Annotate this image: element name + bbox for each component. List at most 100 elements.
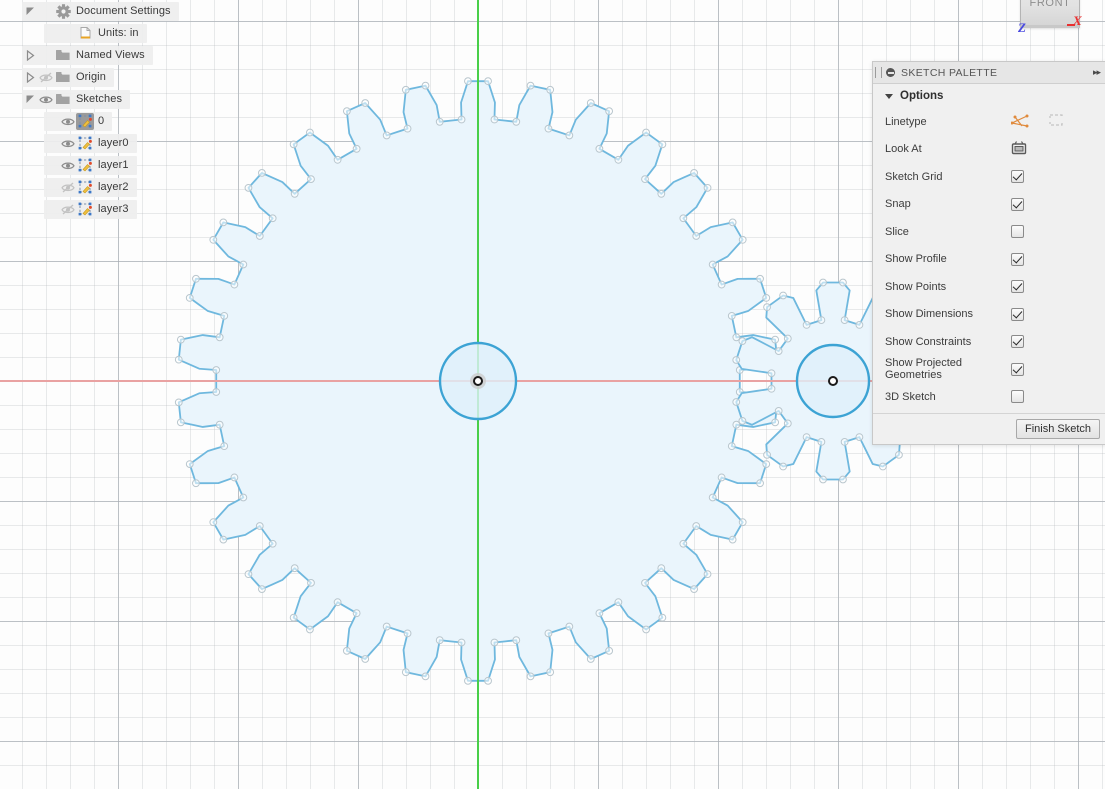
tree-item-label: Sketches <box>76 93 123 105</box>
eye-spacer <box>38 46 54 65</box>
option-label-linetype: Linetype <box>885 115 927 128</box>
expander-expanded-icon[interactable] <box>22 2 38 21</box>
folder-icon <box>54 91 72 108</box>
tree-item-background: layer1 <box>44 155 137 175</box>
tree-item-label: layer0 <box>98 137 129 149</box>
expander-expanded-icon[interactable] <box>22 90 38 109</box>
option-label-look-at: Look At <box>885 143 922 156</box>
tree-item-label: Document Settings <box>76 5 171 17</box>
eye-spacer <box>38 2 54 21</box>
tree-item-background: Named Views <box>22 45 153 65</box>
options-section-header[interactable]: Options <box>873 84 1105 108</box>
chevron-down-icon[interactable] <box>885 93 893 99</box>
checkbox-sketch-grid[interactable] <box>1011 170 1024 184</box>
checkbox-slice[interactable] <box>1011 225 1024 239</box>
checkbox-3d-sketch[interactable] <box>1011 390 1024 404</box>
option-row-snap[interactable]: Snap <box>873 191 1105 219</box>
finish-sketch-button[interactable]: Finish Sketch <box>1015 418 1100 439</box>
folder-icon <box>54 47 72 64</box>
option-control-show-projected-geometries[interactable] <box>1008 362 1105 376</box>
look-at-icon[interactable] <box>1011 140 1027 158</box>
option-control-sketch-grid[interactable] <box>1008 170 1105 184</box>
units-document-icon <box>76 25 94 42</box>
drag-handle-icon[interactable] <box>875 67 882 78</box>
option-row-linetype[interactable]: Linetype <box>873 108 1105 136</box>
option-control-show-dimensions[interactable] <box>1008 307 1105 321</box>
option-label-slice: Slice <box>885 225 909 238</box>
tree-item-0[interactable]: 0 <box>0 110 200 132</box>
sketch-palette-title: SKETCH PALETTE <box>901 66 998 79</box>
browser-tree[interactable]: Document Settings Units: in Named Views Ori… <box>0 0 200 220</box>
checkbox-snap[interactable] <box>1011 197 1024 211</box>
view-cube-z-label: Z <box>1018 20 1026 35</box>
tree-item-background: layer2 <box>44 177 137 197</box>
chevron-double-right-icon[interactable]: ▸▸ <box>1093 67 1101 78</box>
tree-item-background: layer0 <box>44 133 137 153</box>
option-row-slice[interactable]: Slice <box>873 218 1105 246</box>
view-cube[interactable]: FRONT Z X <box>1001 0 1101 50</box>
linetype-construction-icon[interactable] <box>1047 113 1065 130</box>
checkbox-show-profile[interactable] <box>1011 252 1024 266</box>
tree-item-layer0[interactable]: layer0 <box>0 132 200 154</box>
option-label-show-projected-geometries: Show Projected Geometries <box>885 357 963 382</box>
option-control-show-points[interactable] <box>1008 280 1105 294</box>
tree-item-label: Units: in <box>98 27 139 39</box>
tree-item-layer3[interactable]: layer3 <box>0 198 200 220</box>
sketch-palette-header[interactable]: SKETCH PALETTE ▸▸ <box>873 62 1105 84</box>
sketch-palette-panel[interactable]: SKETCH PALETTE ▸▸ Options Linetype Look A… <box>872 61 1105 445</box>
tree-item-background: Document Settings <box>22 1 179 21</box>
eye-hidden-icon[interactable] <box>60 200 76 219</box>
option-control-linetype[interactable] <box>1008 113 1105 131</box>
tree-item-layer2[interactable]: layer2 <box>0 176 200 198</box>
option-control-snap[interactable] <box>1008 197 1105 211</box>
option-control-slice[interactable] <box>1008 225 1105 239</box>
option-label-show-constraints: Show Constraints <box>885 335 972 348</box>
eye-hidden-icon[interactable] <box>38 68 54 87</box>
tree-item-named-views[interactable]: Named Views <box>0 44 200 66</box>
tree-item-background: Sketches <box>22 89 131 109</box>
option-row-show-dimensions[interactable]: Show Dimensions <box>873 301 1105 329</box>
checkbox-show-constraints[interactable] <box>1011 335 1024 349</box>
checkbox-show-points[interactable] <box>1011 280 1024 294</box>
option-row-3d-sketch[interactable]: 3D Sketch <box>873 383 1105 411</box>
sketch-icon <box>76 157 94 174</box>
tree-item-label: layer2 <box>98 181 129 193</box>
option-label-3d-sketch: 3D Sketch <box>885 390 936 403</box>
eye-visible-icon[interactable] <box>60 156 76 175</box>
tree-item-label: layer3 <box>98 203 129 215</box>
option-row-show-constraints[interactable]: Show Constraints <box>873 328 1105 356</box>
checkbox-show-dimensions[interactable] <box>1011 307 1024 321</box>
gear-icon <box>54 3 72 20</box>
eye-visible-icon[interactable] <box>38 90 54 109</box>
linetype-normal-icon[interactable] <box>1010 113 1029 131</box>
option-row-look-at[interactable]: Look At <box>873 136 1105 164</box>
sketch-icon <box>76 112 94 130</box>
eye-visible-icon[interactable] <box>60 134 76 153</box>
eye-visible-icon[interactable] <box>60 112 76 131</box>
tree-item-document-settings[interactable]: Document Settings <box>0 0 200 22</box>
sketch-icon <box>76 201 94 218</box>
option-control-show-constraints[interactable] <box>1008 335 1105 349</box>
option-control-look-at[interactable] <box>1008 140 1105 158</box>
checkbox-show-projected-geometries[interactable] <box>1011 362 1024 376</box>
option-control-show-profile[interactable] <box>1008 252 1105 266</box>
tree-item-sketches[interactable]: Sketches <box>0 88 200 110</box>
option-control-3d-sketch[interactable] <box>1008 390 1105 404</box>
option-row-show-profile[interactable]: Show Profile <box>873 246 1105 274</box>
tree-item-layer1[interactable]: layer1 <box>0 154 200 176</box>
tree-item-origin[interactable]: Origin <box>0 66 200 88</box>
eye-hidden-icon[interactable] <box>60 178 76 197</box>
option-row-show-points[interactable]: Show Points <box>873 273 1105 301</box>
expander-collapsed-icon[interactable] <box>22 68 38 87</box>
tree-item-label: 0 <box>98 115 105 127</box>
option-row-sketch-grid[interactable]: Sketch Grid <box>873 163 1105 191</box>
expander-collapsed-icon[interactable] <box>22 46 38 65</box>
tree-item-background: Origin <box>22 67 114 87</box>
option-row-show-projected-geometries[interactable]: Show Projected Geometries <box>873 356 1105 384</box>
tree-item-units-in[interactable]: Units: in <box>0 22 200 44</box>
